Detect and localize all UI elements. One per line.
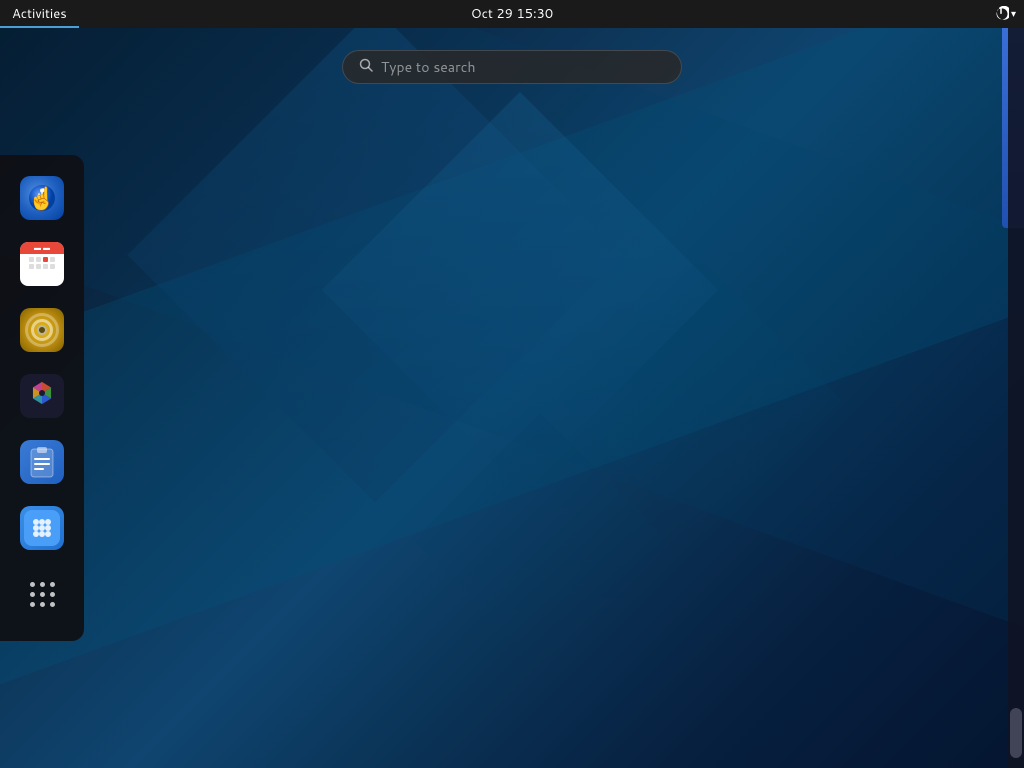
search-input[interactable]: [381, 57, 665, 77]
apps-dot: [50, 602, 55, 607]
topbar: Activities Oct 29 15:30 ▾: [0, 0, 1024, 28]
apps-dots-grid: [30, 582, 55, 607]
dock: ▬ ▬: [0, 155, 84, 641]
apps-dot: [40, 592, 45, 597]
apps-dot: [50, 582, 55, 587]
dock-item-gesture[interactable]: [15, 171, 69, 225]
dock-item-show-apps[interactable]: [15, 567, 69, 621]
calendar-icon: ▬ ▬: [20, 242, 64, 286]
dock-item-appstore[interactable]: [15, 501, 69, 555]
apps-dot: [50, 592, 55, 597]
apps-dot: [30, 582, 35, 587]
dock-item-calendar[interactable]: ▬ ▬: [15, 237, 69, 291]
search-icon: [359, 57, 373, 77]
apps-dot: [40, 602, 45, 607]
desktop: [0, 0, 1024, 768]
speaker-icon: [20, 308, 64, 352]
clock: Oct 29 15:30: [471, 5, 553, 23]
search-bar: [342, 50, 682, 84]
dock-item-prism[interactable]: [15, 369, 69, 423]
gesture-icon: [20, 176, 64, 220]
dock-item-speaker[interactable]: [15, 303, 69, 357]
right-scrollbar[interactable]: [1008, 28, 1024, 768]
prism-icon: [20, 374, 64, 418]
show-apps-icon: [20, 572, 64, 616]
activities-button[interactable]: Activities: [0, 0, 79, 28]
apps-dot: [30, 592, 35, 597]
apps-dot: [40, 582, 45, 587]
appstore-icon: [20, 506, 64, 550]
power-dropdown-arrow: ▾: [1011, 7, 1016, 21]
apps-dot: [30, 602, 35, 607]
search-container: [342, 50, 682, 84]
power-button[interactable]: ▾: [993, 6, 1016, 22]
topbar-right-controls: ▾: [993, 6, 1024, 22]
clipboard-icon: [20, 440, 64, 484]
scrollbar-thumb[interactable]: [1010, 708, 1022, 758]
dock-item-clipboard[interactable]: [15, 435, 69, 489]
